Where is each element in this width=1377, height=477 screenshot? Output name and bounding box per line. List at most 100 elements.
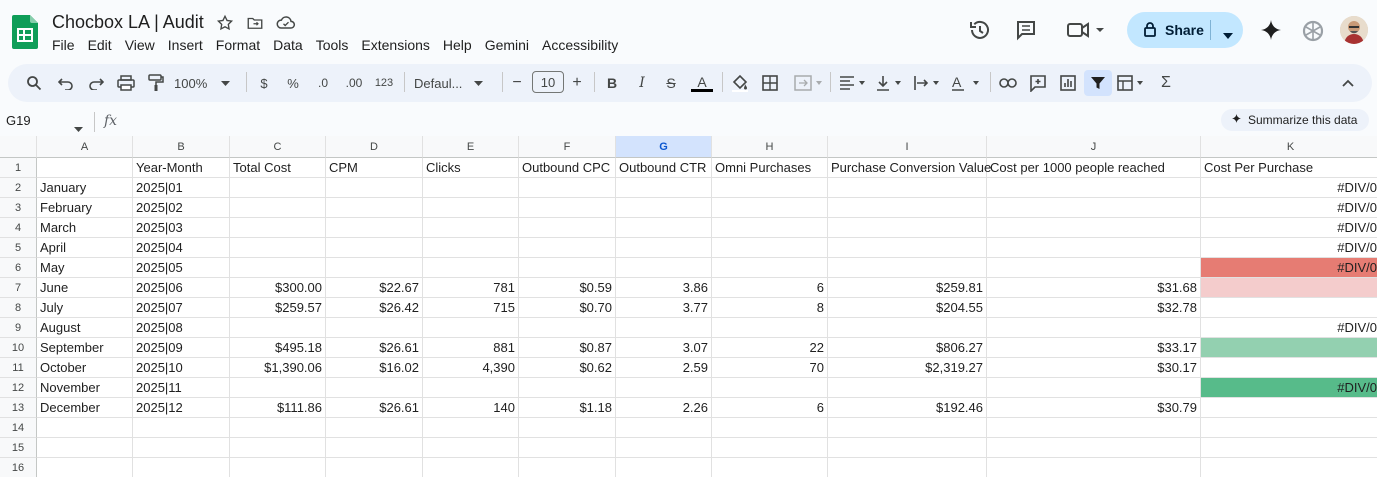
cell-h16[interactable] bbox=[712, 458, 828, 477]
cell-k13[interactable] bbox=[1201, 398, 1377, 418]
cell-a15[interactable] bbox=[37, 438, 133, 458]
cell-g3[interactable] bbox=[616, 198, 712, 218]
cell-e5[interactable] bbox=[423, 238, 519, 258]
redo-icon[interactable] bbox=[86, 73, 106, 93]
header-cell-g[interactable]: Outbound CTR bbox=[616, 158, 712, 178]
share-dropdown-icon[interactable] bbox=[1223, 26, 1233, 42]
cloud-status-icon[interactable] bbox=[276, 14, 295, 32]
increase-decimal-button[interactable]: .00 bbox=[342, 73, 366, 93]
menu-gemini[interactable]: Gemini bbox=[485, 37, 529, 53]
row-header-10[interactable]: 10 bbox=[0, 338, 37, 358]
cell-j11[interactable]: $30.17 bbox=[987, 358, 1201, 378]
cell-b12[interactable]: 2025|11 bbox=[133, 378, 230, 398]
cell-k3[interactable]: #DIV/0 bbox=[1201, 198, 1377, 218]
cell-c16[interactable] bbox=[230, 458, 326, 477]
merge-cells-icon[interactable] bbox=[792, 73, 826, 93]
cell-e7[interactable]: 781 bbox=[423, 278, 519, 298]
cell-d3[interactable] bbox=[326, 198, 423, 218]
cell-a13[interactable]: December bbox=[37, 398, 133, 418]
cell-h3[interactable] bbox=[712, 198, 828, 218]
move-folder-icon[interactable] bbox=[246, 14, 264, 32]
column-header-j[interactable]: J bbox=[987, 136, 1201, 158]
cell-k15[interactable] bbox=[1201, 438, 1377, 458]
summarize-data-button[interactable]: Summarize this data bbox=[1221, 109, 1369, 131]
cell-j5[interactable] bbox=[987, 238, 1201, 258]
menu-tools[interactable]: Tools bbox=[316, 37, 349, 53]
cell-c12[interactable] bbox=[230, 378, 326, 398]
row-header-6[interactable]: 6 bbox=[0, 258, 37, 278]
cell-h12[interactable] bbox=[712, 378, 828, 398]
bold-icon[interactable]: B bbox=[604, 73, 620, 93]
cell-g7[interactable]: 3.86 bbox=[616, 278, 712, 298]
cell-f13[interactable]: $1.18 bbox=[519, 398, 616, 418]
cell-d5[interactable] bbox=[326, 238, 423, 258]
row-header-7[interactable]: 7 bbox=[0, 278, 37, 298]
insert-link-icon[interactable] bbox=[998, 73, 1018, 93]
cell-g2[interactable] bbox=[616, 178, 712, 198]
comments-icon[interactable] bbox=[1014, 18, 1038, 42]
menu-file[interactable]: File bbox=[52, 37, 75, 53]
cell-h15[interactable] bbox=[712, 438, 828, 458]
cell-k8[interactable] bbox=[1201, 298, 1377, 318]
cell-c8[interactable]: $259.57 bbox=[230, 298, 326, 318]
cell-f12[interactable] bbox=[519, 378, 616, 398]
cell-g4[interactable] bbox=[616, 218, 712, 238]
format-currency-button[interactable]: $ bbox=[256, 73, 272, 93]
cell-h5[interactable] bbox=[712, 238, 828, 258]
row-header-16[interactable]: 16 bbox=[0, 458, 37, 477]
format-percent-button[interactable]: % bbox=[284, 73, 302, 93]
cell-i11[interactable]: $2,319.27 bbox=[828, 358, 987, 378]
gemini-sparkle-icon[interactable] bbox=[1259, 18, 1283, 42]
column-header-b[interactable]: B bbox=[133, 136, 230, 158]
filter-icon[interactable] bbox=[1084, 70, 1112, 96]
cell-b7[interactable]: 2025|06 bbox=[133, 278, 230, 298]
cell-a12[interactable]: November bbox=[37, 378, 133, 398]
row-header-11[interactable]: 11 bbox=[0, 358, 37, 378]
column-header-k[interactable]: K bbox=[1201, 136, 1377, 158]
cell-j8[interactable]: $32.78 bbox=[987, 298, 1201, 318]
cell-c11[interactable]: $1,390.06 bbox=[230, 358, 326, 378]
menu-extensions[interactable]: Extensions bbox=[361, 37, 429, 53]
row-header-12[interactable]: 12 bbox=[0, 378, 37, 398]
cell-c9[interactable] bbox=[230, 318, 326, 338]
formula-input[interactable] bbox=[130, 110, 1210, 132]
cell-g10[interactable]: 3.07 bbox=[616, 338, 712, 358]
cell-h9[interactable] bbox=[712, 318, 828, 338]
cell-k2[interactable]: #DIV/0 bbox=[1201, 178, 1377, 198]
cell-c3[interactable] bbox=[230, 198, 326, 218]
print-icon[interactable] bbox=[116, 73, 136, 93]
more-formats-button[interactable]: 123 bbox=[372, 73, 396, 93]
cell-f11[interactable]: $0.62 bbox=[519, 358, 616, 378]
cell-b2[interactable]: 2025|01 bbox=[133, 178, 230, 198]
insert-comment-icon[interactable] bbox=[1028, 73, 1048, 93]
decrease-decimal-button[interactable]: .0 bbox=[312, 73, 334, 93]
cell-e13[interactable]: 140 bbox=[423, 398, 519, 418]
cell-d6[interactable] bbox=[326, 258, 423, 278]
row-header-14[interactable]: 14 bbox=[0, 418, 37, 438]
cell-f7[interactable]: $0.59 bbox=[519, 278, 616, 298]
row-header-13[interactable]: 13 bbox=[0, 398, 37, 418]
cell-i5[interactable] bbox=[828, 238, 987, 258]
column-header-h[interactable]: H bbox=[712, 136, 828, 158]
menu-format[interactable]: Format bbox=[216, 37, 260, 53]
cell-f9[interactable] bbox=[519, 318, 616, 338]
cell-a6[interactable]: May bbox=[37, 258, 133, 278]
column-header-d[interactable]: D bbox=[326, 136, 423, 158]
cell-d9[interactable] bbox=[326, 318, 423, 338]
cell-c15[interactable] bbox=[230, 438, 326, 458]
cell-d15[interactable] bbox=[326, 438, 423, 458]
cell-i16[interactable] bbox=[828, 458, 987, 477]
cell-i7[interactable]: $259.81 bbox=[828, 278, 987, 298]
cell-f4[interactable] bbox=[519, 218, 616, 238]
cell-d8[interactable]: $26.42 bbox=[326, 298, 423, 318]
column-header-i[interactable]: I bbox=[828, 136, 987, 158]
filter-views-icon[interactable] bbox=[1116, 73, 1148, 93]
cell-b5[interactable]: 2025|04 bbox=[133, 238, 230, 258]
cell-f5[interactable] bbox=[519, 238, 616, 258]
paint-format-icon[interactable] bbox=[146, 73, 166, 93]
insert-chart-icon[interactable] bbox=[1058, 73, 1078, 93]
column-header-f[interactable]: F bbox=[519, 136, 616, 158]
cell-h6[interactable] bbox=[712, 258, 828, 278]
cell-k11[interactable] bbox=[1201, 358, 1377, 378]
cell-k12[interactable]: #DIV/0 bbox=[1201, 378, 1377, 398]
